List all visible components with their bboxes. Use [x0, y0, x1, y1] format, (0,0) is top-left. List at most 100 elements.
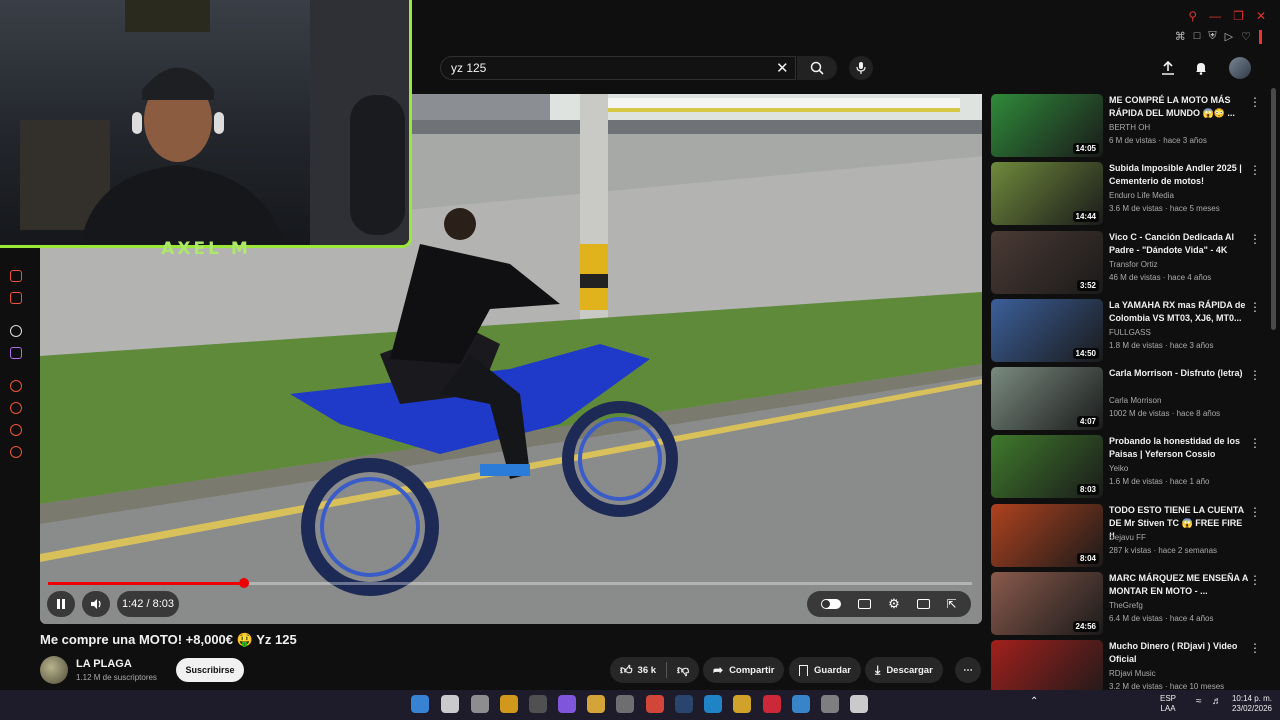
recommendation-channel[interactable]: BERTH OH: [1109, 123, 1150, 132]
dislike-button[interactable]: 👎︎: [677, 663, 689, 678]
more-vert-icon[interactable]: ⋮: [1249, 300, 1261, 314]
save-button[interactable]: Guardar: [789, 657, 861, 683]
upload-button[interactable]: [1158, 58, 1178, 78]
app-icon-2[interactable]: [529, 695, 547, 713]
recommendation-card[interactable]: 24:56 MARC MÁRQUEZ ME ENSEÑA A MONTAR EN …: [991, 572, 1267, 636]
video-thumbnail[interactable]: 14:50: [991, 299, 1103, 362]
twitch-icon[interactable]: [10, 347, 22, 359]
recommendation-card[interactable]: 14:50 La YAMAHA RX mas RÁPIDA de Colombia…: [991, 299, 1267, 363]
more-vert-icon[interactable]: ⋮: [1249, 95, 1261, 109]
channel-avatar[interactable]: [40, 656, 68, 684]
recommendation-channel[interactable]: Yeiko: [1109, 464, 1128, 473]
tray-chevron-icon[interactable]: ⌃: [1030, 697, 1038, 707]
recommendation-title[interactable]: Probando la honestidad de los Paisas | Y…: [1109, 435, 1249, 461]
more-vert-icon[interactable]: ⋮: [1249, 505, 1261, 519]
channel-name[interactable]: LA PLAGA: [76, 658, 132, 670]
more-vert-icon[interactable]: ⋮: [1249, 163, 1261, 177]
tab-icon[interactable]: □: [1194, 30, 1201, 44]
more-vert-icon[interactable]: ⋮: [1249, 232, 1261, 246]
more-vert-icon[interactable]: ⋮: [1249, 368, 1261, 382]
wifi-icon[interactable]: ≈: [1196, 697, 1202, 707]
minimize-button[interactable]: —: [1209, 9, 1221, 23]
recommendation-channel[interactable]: Dejavu FF: [1109, 533, 1146, 542]
search-input[interactable]: yz 125: [440, 56, 796, 80]
media-player-icon[interactable]: [850, 695, 868, 713]
file-explorer-icon[interactable]: [587, 695, 605, 713]
fullscreen-icon[interactable]: ⇱: [946, 597, 956, 611]
steam-icon[interactable]: [675, 695, 693, 713]
subscribe-button[interactable]: Suscribirse: [176, 658, 244, 682]
more-vert-icon[interactable]: ⋮: [1249, 436, 1261, 450]
scrollbar[interactable]: [1271, 88, 1276, 330]
account-avatar[interactable]: [1229, 57, 1251, 79]
clock[interactable]: 10:14 p. m. 23/02/2026: [1226, 694, 1272, 714]
more-vert-icon[interactable]: ⋮: [1249, 573, 1261, 587]
rail-icon-3[interactable]: [10, 325, 22, 337]
recommendation-title[interactable]: La YAMAHA RX mas RÁPIDA de Colombia VS M…: [1109, 299, 1249, 325]
progress-bar[interactable]: [48, 578, 972, 588]
clear-search-icon[interactable]: ✕: [776, 59, 789, 77]
recommendation-channel[interactable]: RDjavi Music: [1109, 669, 1156, 678]
pin-icon[interactable]: ⌘: [1175, 30, 1186, 44]
recommendation-card[interactable]: 8:04 TODO ESTO TIENE LA CUENTA DE Mr Stiv…: [991, 504, 1267, 568]
video-thumbnail[interactable]: 8:03: [991, 435, 1103, 498]
recommendation-channel[interactable]: FULLGASS: [1109, 328, 1151, 337]
rail-icon-9[interactable]: [10, 650, 26, 662]
like-button[interactable]: 👍︎ 36 k: [620, 663, 656, 678]
progress-scrubber[interactable]: [238, 578, 249, 588]
recommendation-card[interactable]: 8:03 Probando la honestidad de los Paisas…: [991, 435, 1267, 499]
app-icon-gray[interactable]: [821, 695, 839, 713]
windows-start-icon[interactable]: [411, 695, 429, 713]
recommendation-channel[interactable]: Transfor Ortiz: [1109, 260, 1158, 269]
subtitles-icon[interactable]: [858, 599, 872, 609]
video-thumbnail[interactable]: 14:05: [991, 94, 1103, 157]
speaker-icon[interactable]: ♬: [1212, 697, 1222, 707]
app-icon-blue[interactable]: [792, 695, 810, 713]
video-thumbnail[interactable]: 3:52: [991, 231, 1103, 294]
edge-icon[interactable]: [704, 695, 722, 713]
restore-button[interactable]: ❐: [1233, 9, 1244, 23]
taskbar-search-icon[interactable]: [441, 695, 459, 713]
task-view-icon[interactable]: [471, 695, 489, 713]
rail-icon-7[interactable]: [10, 424, 22, 436]
notifications-button[interactable]: [1191, 58, 1211, 78]
recommendation-card[interactable]: 14:44 Subida Imposible Andler 2025 | Ceme…: [991, 162, 1267, 226]
language-indicator[interactable]: ESP LAA: [1160, 694, 1176, 714]
recommendation-card[interactable]: 14:05 ME COMPRÉ LA MOTO MÁS RÁPIDA DEL MU…: [991, 94, 1267, 158]
opera-icon[interactable]: [763, 695, 781, 713]
close-button[interactable]: ✕: [1256, 9, 1266, 23]
video-thumbnail[interactable]: 4:07: [991, 367, 1103, 430]
rail-icon-8[interactable]: [10, 446, 22, 458]
recommendation-channel[interactable]: Enduro Life Media: [1109, 191, 1174, 200]
pause-button[interactable]: [47, 591, 75, 617]
recommendation-card[interactable]: 3:52 Vico C - Canción Dedicada Al Padre -…: [991, 231, 1267, 295]
recommendation-title[interactable]: Subida Imposible Andler 2025 | Cementeri…: [1109, 162, 1249, 188]
copilot-icon[interactable]: [558, 695, 576, 713]
recommendation-title[interactable]: Vico C - Canción Dedicada Al Padre - "Dá…: [1109, 231, 1249, 257]
heart-icon[interactable]: ♡: [1241, 30, 1251, 44]
recommendation-title[interactable]: Carla Morrison - Disfruto (letra): [1109, 367, 1249, 380]
video-thumbnail[interactable]: 14:44: [991, 162, 1103, 225]
chrome-icon[interactable]: [646, 695, 664, 713]
app-icon-r[interactable]: [500, 695, 518, 713]
settings-gear-icon[interactable]: ⚙: [888, 596, 900, 612]
volume-button[interactable]: [82, 591, 110, 617]
rail-icon-1[interactable]: [10, 270, 22, 282]
recommendation-title[interactable]: ME COMPRÉ LA MOTO MÁS RÁPIDA DEL MUNDO 😱…: [1109, 94, 1249, 120]
miniplayer-icon[interactable]: [916, 599, 930, 609]
shield-icon[interactable]: ⛨: [1208, 30, 1216, 44]
recommendation-card[interactable]: 4:07 Carla Morrison - Disfruto (letra) Car…: [991, 367, 1267, 431]
app-icon-store[interactable]: [616, 695, 634, 713]
recommendation-channel[interactable]: Carla Morrison: [1109, 396, 1161, 405]
search-button[interactable]: [797, 56, 837, 80]
search-icon-window[interactable]: ⚲: [1188, 9, 1197, 23]
rail-icon-6[interactable]: [10, 402, 22, 414]
play-extension-icon[interactable]: ▷: [1225, 30, 1233, 44]
rail-icon-5[interactable]: [10, 380, 22, 392]
recommendation-title[interactable]: Mucho Dinero ( RDjavi ) Video Oficial: [1109, 640, 1249, 666]
voice-search-button[interactable]: [849, 56, 873, 80]
more-actions-button[interactable]: ⋯: [955, 657, 981, 683]
app-icon-yellow[interactable]: [733, 695, 751, 713]
video-thumbnail[interactable]: 8:04: [991, 504, 1103, 567]
recommendation-title[interactable]: MARC MÁRQUEZ ME ENSEÑA A MONTAR EN MOTO …: [1109, 572, 1249, 598]
